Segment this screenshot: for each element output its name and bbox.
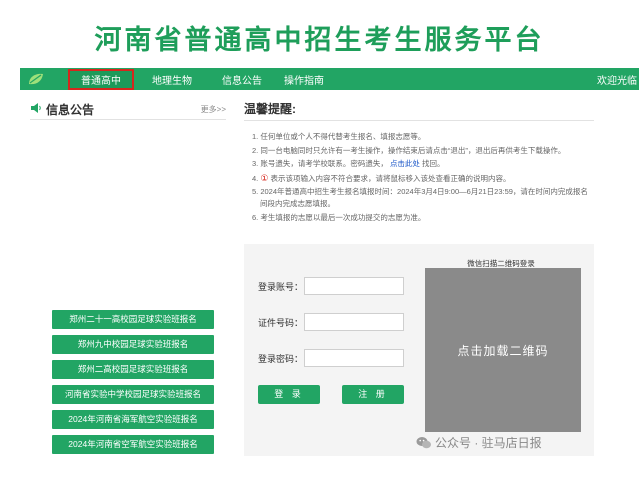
tip-item: 6. 考生填报的志愿以最后一次成功提交的志愿为准。 bbox=[252, 212, 426, 222]
cert-label: 证件号码： bbox=[258, 317, 304, 328]
nav-tab-dili-shengwu[interactable]: 地理生物 bbox=[152, 68, 192, 90]
warning-icon: ① bbox=[260, 172, 269, 183]
account-input[interactable] bbox=[304, 277, 404, 295]
notice-title: 信息公告 bbox=[46, 102, 95, 117]
password-row: 登录密码： bbox=[258, 349, 404, 367]
recover-password-link[interactable]: 点击此处 bbox=[390, 159, 420, 168]
side-button-zhengzhou-9[interactable]: 郑州九中校园足球实验班报名 bbox=[52, 335, 214, 354]
qr-load-text[interactable]: 点击加载二维码 bbox=[457, 342, 548, 359]
tip-item: 2. 同一台电脑同时只允许有一考生操作，操作结束后请点击“退出”，退出后再供考生… bbox=[252, 145, 566, 155]
account-label: 登录账号： bbox=[258, 281, 304, 292]
tip-text: 4. bbox=[252, 173, 259, 183]
tip-item: 1. 任何单位或个人不得代替考生报名、填报志愿等。 bbox=[252, 132, 426, 141]
top-navbar: 普通高中 地理生物 信息公告 操作指南 欢迎光临 bbox=[20, 68, 639, 90]
tip-text: 找回。 bbox=[422, 159, 445, 168]
side-button-list: 郑州二十一高校园足球实验班报名 郑州九中校园足球实验班报名 郑州二高校园足球实验… bbox=[52, 310, 214, 460]
speaker-icon bbox=[30, 100, 42, 118]
nav-tab-putong-gaozhong[interactable]: 普通高中 bbox=[68, 68, 134, 90]
tip-item: 5. 2024年普通高中招生考生报名填报时间：2024年3月4日9:00—6月2… bbox=[252, 186, 597, 210]
tip-item: 3. 账号遗失，请考学校联系。密码遗失， 点击此处 找回。 bbox=[252, 158, 597, 170]
tip-item: 4. ① 表示该项输入内容不符合要求，请将鼠标移入该处查看正确的说明内容。 bbox=[252, 172, 597, 185]
tip-text: 间段内完成志愿填报。 bbox=[260, 199, 335, 208]
side-button-airforce-aviation[interactable]: 2024年河南省空军航空实验班报名 bbox=[52, 435, 214, 454]
qr-code-box[interactable]: 点击加载二维码 bbox=[425, 268, 581, 432]
side-button-navy-aviation[interactable]: 2024年河南省海军航空实验班报名 bbox=[52, 410, 214, 429]
watermark: 公众号 · 驻马店日报 bbox=[416, 434, 542, 451]
cert-number-input[interactable] bbox=[304, 313, 404, 331]
nav-tab-xinxi-gonggao[interactable]: 信息公告 bbox=[222, 68, 262, 90]
password-label: 登录密码： bbox=[258, 353, 304, 364]
side-button-zhengzhou-2[interactable]: 郑州二高校园足球实验班报名 bbox=[52, 360, 214, 379]
tips-divider bbox=[244, 120, 594, 121]
notice-divider bbox=[30, 119, 226, 120]
tip-text: 5. 2024年普通高中招生考生报名填报时间：2024年3月4日9:00—6月2… bbox=[252, 187, 588, 196]
notice-more-link[interactable]: 更多>> bbox=[201, 104, 226, 115]
tip-text: 表示该项输入内容不符合要求，请将鼠标移入该处查看正确的说明内容。 bbox=[270, 173, 511, 183]
side-button-zhengzhou-21[interactable]: 郑州二十一高校园足球实验班报名 bbox=[52, 310, 214, 329]
login-button[interactable]: 登 录 bbox=[258, 385, 320, 404]
leaf-logo-icon[interactable] bbox=[20, 68, 52, 90]
cert-row: 证件号码： bbox=[258, 313, 404, 331]
tip-text: 3. 账号遗失，请考学校联系。密码遗失， bbox=[252, 159, 388, 168]
watermark-text: 公众号 · 驻马店日报 bbox=[435, 436, 542, 450]
account-row: 登录账号： bbox=[258, 277, 404, 295]
site-title: 河南省普通高中招生考生服务平台 bbox=[94, 25, 545, 56]
tips-list: 1. 任何单位或个人不得代替考生报名、填报志愿等。 2. 同一台电脑同时只允许有… bbox=[252, 131, 597, 225]
wechat-icon bbox=[416, 436, 432, 450]
notice-header: 信息公告 更多>> bbox=[30, 100, 226, 118]
welcome-text: 欢迎光临 bbox=[597, 75, 637, 87]
tips-title: 温馨提醒: bbox=[244, 102, 296, 116]
register-button[interactable]: 注 册 bbox=[342, 385, 404, 404]
side-button-shiyan[interactable]: 河南省实验中学校园足球实验班报名 bbox=[52, 385, 214, 404]
password-input[interactable] bbox=[304, 349, 404, 367]
nav-tab-caozuo-zhinan[interactable]: 操作指南 bbox=[284, 68, 324, 90]
